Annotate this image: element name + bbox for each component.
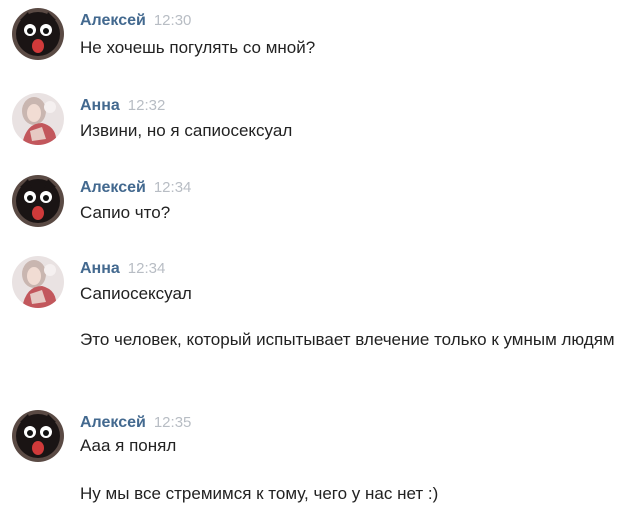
message-header: Алексей 12:30 — [80, 11, 191, 31]
message-header: Алексей 12:35 — [80, 413, 191, 433]
author-name[interactable]: Анна — [80, 260, 120, 277]
message-time: 12:35 — [153, 414, 192, 431]
message-text: Сапиосексуал — [80, 284, 192, 303]
message-text: Извини, но я сапиосексуал — [80, 121, 293, 140]
message-text: Ааа я понял — [80, 436, 177, 455]
cat-avatar-icon[interactable] — [12, 175, 64, 227]
message-time: 12:30 — [153, 12, 192, 29]
message-text: Это человек, который испытывает влечение… — [80, 330, 615, 349]
author-name[interactable]: Анна — [80, 97, 120, 114]
message-time: 12:34 — [127, 260, 166, 277]
message-time: 12:34 — [153, 179, 192, 196]
girl-avatar-icon[interactable] — [12, 256, 64, 308]
girl-avatar-icon[interactable] — [12, 93, 64, 145]
author-name[interactable]: Алексей — [80, 12, 146, 29]
cat-avatar-icon[interactable] — [12, 410, 64, 462]
author-name[interactable]: Алексей — [80, 179, 146, 196]
message-header: Алексей 12:34 — [80, 178, 191, 198]
message-text: Ну мы все стремимся к тому, чего у нас н… — [80, 484, 439, 503]
message-text: Не хочешь погулять со мной? — [80, 38, 316, 57]
cat-avatar-icon[interactable] — [12, 8, 64, 60]
message-text: Сапио что? — [80, 203, 171, 222]
chat-history: Алексей 12:30 Не хочешь погулять со мной?… — [0, 0, 640, 514]
message-time: 12:32 — [127, 97, 166, 114]
author-name[interactable]: Алексей — [80, 414, 146, 431]
message-header: Анна 12:34 — [80, 259, 165, 279]
message-header: Анна 12:32 — [80, 96, 165, 116]
